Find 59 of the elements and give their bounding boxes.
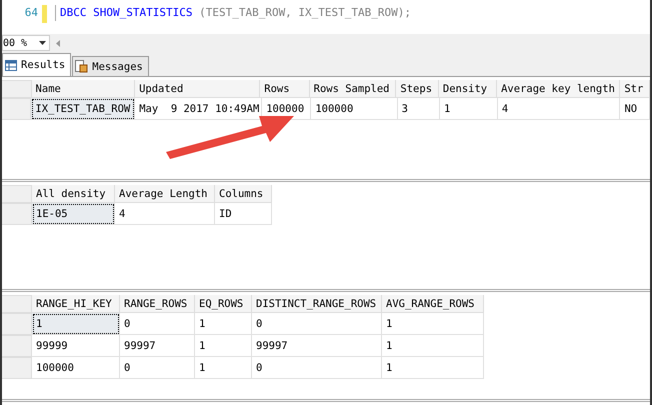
grid-icon bbox=[5, 60, 17, 70]
column-header[interactable]: DISTINCT_RANGE_ROWS bbox=[252, 295, 382, 313]
column-header[interactable]: All density bbox=[32, 185, 115, 203]
table-cell[interactable]: 99997 bbox=[252, 335, 382, 357]
table-cell[interactable]: 100000 bbox=[311, 98, 398, 120]
column-header[interactable]: Rows bbox=[260, 80, 310, 98]
column-header[interactable]: RANGE_HI_KEY bbox=[32, 295, 120, 313]
table-cell[interactable]: ID bbox=[215, 203, 272, 225]
table-cell[interactable]: 1 bbox=[382, 335, 484, 357]
column-header[interactable]: AVG_RANGE_ROWS bbox=[382, 295, 484, 313]
row-header[interactable] bbox=[2, 203, 32, 225]
document-icon bbox=[75, 60, 88, 73]
caret-icon[interactable] bbox=[39, 41, 46, 45]
row-header bbox=[2, 80, 32, 98]
table-cell[interactable]: 4 bbox=[115, 203, 215, 225]
column-header[interactable]: Rows Sampled bbox=[310, 80, 396, 98]
table-cell[interactable]: 0 bbox=[252, 313, 382, 335]
row-header bbox=[2, 185, 32, 203]
column-header[interactable]: Steps bbox=[396, 80, 439, 98]
sql-code: DBCC SHOW_STATISTICS (TEST_TAB_ROW, IX_TEST_TAB_ROW); bbox=[55, 5, 412, 21]
column-header[interactable]: EQ_ROWS bbox=[195, 295, 252, 313]
zoom-dropdown[interactable]: 00 % bbox=[2, 35, 50, 51]
column-header[interactable]: RANGE_ROWS bbox=[120, 295, 195, 313]
table-cell[interactable]: 4 bbox=[498, 98, 620, 120]
messages-tab[interactable]: Messages bbox=[72, 56, 149, 76]
row-header[interactable] bbox=[2, 98, 32, 120]
column-header[interactable]: Str bbox=[620, 80, 650, 98]
table-cell[interactable]: NO bbox=[620, 98, 650, 120]
table-cell[interactable]: 100000 bbox=[32, 357, 120, 379]
table-cell[interactable]: 3 bbox=[398, 98, 440, 120]
table-cell[interactable]: 99999 bbox=[32, 335, 120, 357]
table-cell[interactable]: 1 bbox=[195, 357, 252, 379]
table-cell[interactable]: 1E-05 bbox=[32, 203, 115, 225]
table-cell[interactable]: 0 bbox=[120, 313, 195, 335]
scroll-left-icon[interactable] bbox=[56, 40, 60, 46]
column-header[interactable]: Density bbox=[438, 80, 498, 98]
column-header[interactable]: Average Length bbox=[115, 185, 215, 203]
table-cell[interactable]: 1 bbox=[32, 313, 120, 335]
column-header[interactable]: Updated bbox=[135, 80, 260, 98]
table-cell[interactable]: 1 bbox=[195, 313, 252, 335]
row-header[interactable] bbox=[2, 313, 32, 335]
row-header bbox=[2, 295, 32, 313]
results-tab[interactable]: Results bbox=[2, 53, 72, 76]
column-header[interactable]: Average key length bbox=[497, 80, 620, 98]
table-cell[interactable]: 1 bbox=[440, 98, 498, 120]
table-cell[interactable]: IX_TEST_TAB_ROW bbox=[31, 98, 136, 120]
table-cell[interactable]: 1 bbox=[382, 313, 484, 335]
table-cell[interactable]: 1 bbox=[382, 357, 484, 379]
table-cell[interactable]: 0 bbox=[120, 357, 195, 379]
column-header[interactable]: Name bbox=[32, 80, 136, 98]
change-marker bbox=[42, 5, 47, 23]
table-cell[interactable]: 0 bbox=[252, 357, 382, 379]
table-cell[interactable]: May 9 2017 10:49AM bbox=[135, 98, 262, 120]
row-header[interactable] bbox=[2, 357, 32, 379]
column-header[interactable]: Columns bbox=[215, 185, 272, 203]
table-cell[interactable]: 1 bbox=[195, 335, 252, 357]
row-header[interactable] bbox=[2, 335, 32, 357]
table-cell[interactable]: 99997 bbox=[120, 335, 195, 357]
line-number: 64 bbox=[24, 5, 39, 21]
